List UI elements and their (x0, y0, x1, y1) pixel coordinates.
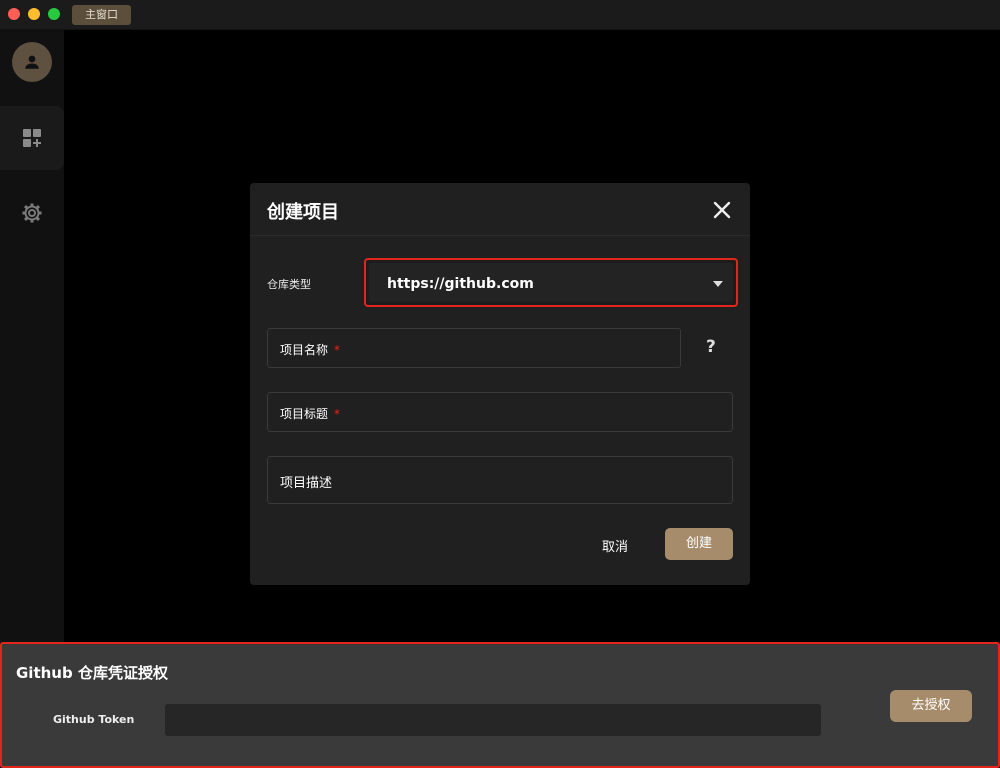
add-project-icon (23, 129, 41, 147)
github-auth-panel: Github 仓库凭证授权 Github Token 去授权 (0, 642, 1000, 768)
project-description-label: 项目描述 (280, 476, 333, 491)
dialog-title: 创建项目 (267, 202, 339, 223)
cancel-button[interactable]: 取消 (602, 536, 628, 555)
sidebar-item-projects[interactable] (0, 106, 64, 170)
auth-panel-title: Github 仓库凭证授权 (16, 664, 168, 682)
maximize-window-button[interactable] (48, 8, 60, 20)
project-title-label: 项目标题 (280, 407, 329, 421)
help-icon[interactable]: ? (706, 337, 716, 357)
create-project-dialog: 创建项目 仓库类型 https://github.com 项目名称 * ? 项目标… (250, 183, 750, 585)
authorize-button[interactable]: 去授权 (890, 690, 972, 722)
sidebar-item-settings[interactable] (0, 181, 64, 245)
minimize-window-button[interactable] (28, 8, 40, 20)
dialog-header: 创建项目 (250, 183, 750, 236)
user-icon (25, 55, 39, 69)
close-icon[interactable] (713, 201, 731, 219)
github-token-input[interactable] (165, 704, 821, 736)
avatar[interactable] (12, 42, 52, 82)
project-title-field[interactable]: 项目标题 * (267, 392, 733, 432)
caret-down-icon (713, 281, 723, 287)
gear-icon (22, 203, 42, 223)
title-bar: 主窗口 (0, 0, 1000, 30)
project-description-field[interactable]: 项目描述 (267, 456, 733, 504)
repo-type-label: 仓库类型 (267, 278, 311, 291)
project-name-label: 项目名称 (280, 343, 329, 357)
close-window-button[interactable] (8, 8, 20, 20)
required-mark: * (334, 343, 341, 357)
required-mark: * (334, 407, 341, 421)
repo-type-value: https://github.com (387, 276, 534, 292)
repo-type-select[interactable]: https://github.com (364, 258, 738, 307)
project-name-field[interactable]: 项目名称 * (267, 328, 681, 368)
window-tab[interactable]: 主窗口 (72, 5, 131, 25)
create-button[interactable]: 创建 (665, 528, 733, 560)
github-token-label: Github Token (53, 713, 135, 726)
